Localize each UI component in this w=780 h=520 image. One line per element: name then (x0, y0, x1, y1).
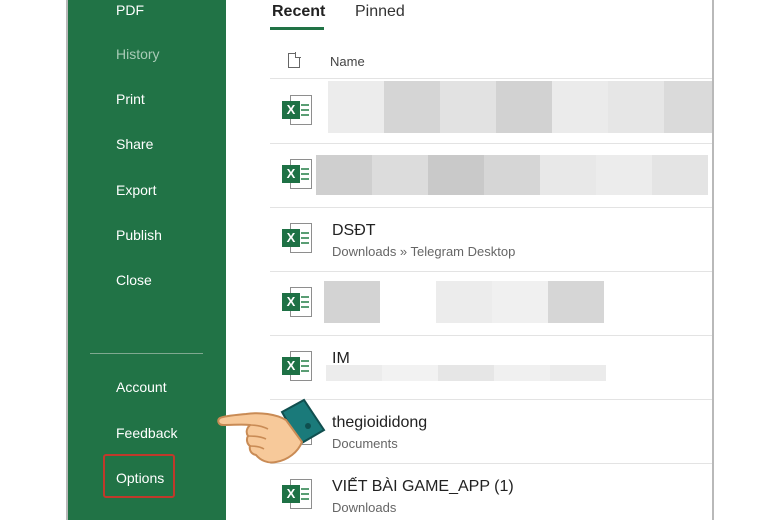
nav-export[interactable]: Export (116, 182, 156, 198)
excel-icon: X (282, 285, 312, 319)
blurred-region (484, 155, 540, 195)
blurred-region (496, 81, 552, 133)
blurred-region (494, 365, 550, 381)
blurred-region (596, 155, 652, 195)
blurred-region (436, 281, 492, 323)
blurred-region (328, 81, 384, 133)
nav-account[interactable]: Account (116, 379, 167, 395)
blurred-region (384, 81, 440, 133)
file-row[interactable]: X thegioididong Documents (270, 399, 712, 464)
blurred-region (492, 281, 548, 323)
blurred-region (440, 81, 496, 133)
blurred-region (540, 155, 596, 195)
file-path: Downloads » Telegram Desktop (332, 244, 516, 259)
excel-icon: X (282, 477, 312, 511)
column-name[interactable]: Name (330, 54, 365, 69)
file-row[interactable]: X VIẾT BÀI GAME_APP (1) Downloads (270, 463, 712, 520)
blurred-region (652, 155, 708, 195)
file-name: thegioididong (332, 414, 428, 431)
blurred-region (428, 155, 484, 195)
blurred-region (324, 281, 380, 323)
nav-pdf[interactable]: PDF (116, 2, 144, 18)
file-path: Documents (332, 436, 398, 451)
file-path: Downloads (332, 500, 397, 515)
file-name: VIẾT BÀI GAME_APP (1) (332, 478, 514, 495)
blurred-region (372, 155, 428, 195)
file-row[interactable]: X DSĐT Downloads » Telegram Desktop (270, 207, 712, 272)
sidebar-divider (90, 353, 203, 354)
file-row[interactable]: X (270, 143, 712, 208)
nav-share[interactable]: Share (116, 136, 153, 152)
blurred-region (552, 81, 608, 133)
excel-icon: X (282, 93, 312, 127)
blurred-region (326, 365, 382, 381)
nav-print[interactable]: Print (116, 91, 145, 107)
file-name: DSĐT (332, 222, 376, 239)
nav-feedback[interactable]: Feedback (116, 425, 177, 441)
pointing-hand-icon (217, 398, 326, 464)
excel-icon: X (282, 221, 312, 255)
file-row[interactable]: X (270, 79, 712, 144)
tab-active-indicator (270, 27, 324, 30)
blurred-region (548, 281, 604, 323)
blurred-region (550, 365, 606, 381)
nav-close[interactable]: Close (116, 272, 152, 288)
file-row[interactable]: X IM (270, 335, 712, 400)
blurred-region (382, 365, 438, 381)
nav-history[interactable]: History (116, 46, 160, 62)
blurred-region (438, 365, 494, 381)
tab-recent[interactable]: Recent (272, 3, 325, 21)
list-header: Name (270, 48, 712, 79)
file-row[interactable]: X (270, 271, 712, 336)
tab-pinned[interactable]: Pinned (355, 3, 405, 21)
backstage-sidebar: PDF History Print Share Export Publish C… (68, 0, 226, 520)
blurred-region (608, 81, 664, 133)
excel-icon: X (282, 349, 312, 383)
excel-backstage-window: PDF History Print Share Export Publish C… (66, 0, 714, 520)
nav-publish[interactable]: Publish (116, 227, 162, 243)
blurred-region (316, 155, 372, 195)
blurred-region (664, 81, 712, 133)
document-icon (288, 52, 301, 68)
nav-options[interactable]: Options (116, 470, 164, 486)
excel-icon: X (282, 157, 312, 191)
